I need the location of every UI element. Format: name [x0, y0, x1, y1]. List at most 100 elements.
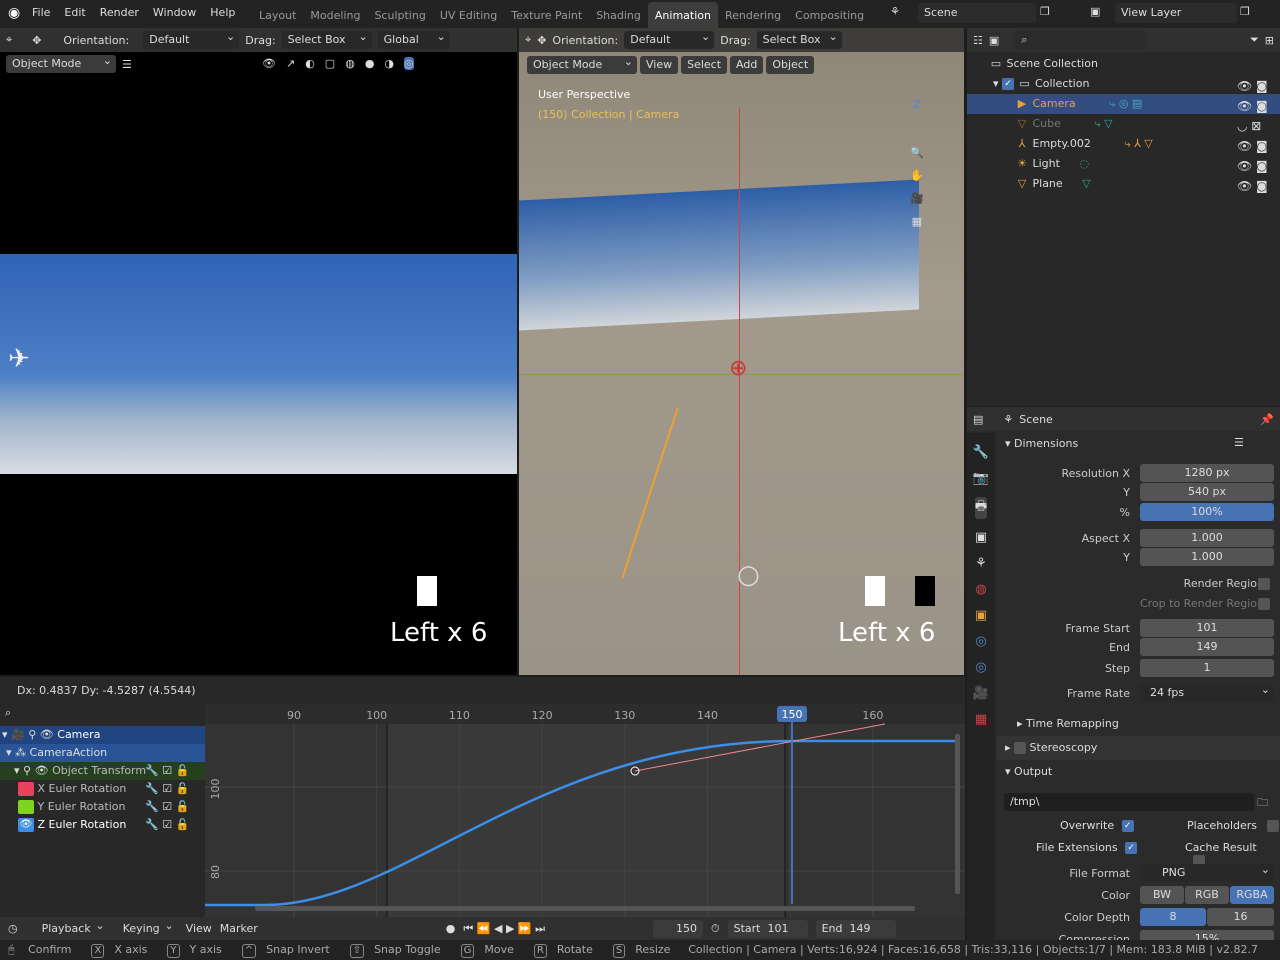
tab-shading[interactable]: Shading [589, 2, 648, 30]
eye-icon[interactable]: 👁 ◙ [1237, 136, 1268, 156]
eye-icon[interactable]: 👁 [35, 764, 49, 777]
view-layer-icon[interactable]: ▣ [1090, 5, 1100, 18]
data-tab-icon[interactable]: 🎥 [973, 686, 989, 701]
zoom-icon[interactable]: 🔍 [910, 146, 924, 159]
resolution-x-field[interactable]: 1280 px [1140, 464, 1274, 482]
drag-select[interactable]: Select Box [281, 28, 372, 49]
xray-icon[interactable]: ▢ [325, 57, 335, 70]
view-layer-filter-icon[interactable]: ▣ [989, 34, 999, 47]
aspect-x-field[interactable]: 1.000 [1140, 529, 1274, 547]
color-rgb-button[interactable]: RGB [1185, 886, 1229, 904]
depth-16-button[interactable]: 16 [1207, 908, 1274, 926]
new-view-layer-icon[interactable]: ❐ [1240, 5, 1250, 18]
menu-object[interactable]: Object [766, 56, 815, 74]
tab-compositing[interactable]: Compositing [788, 2, 871, 30]
tab-modeling[interactable]: Modeling [303, 2, 367, 30]
eye-icon[interactable]: 👁 [40, 728, 54, 741]
frame-start-field[interactable]: 101 [1140, 619, 1274, 637]
object-tab-icon[interactable]: ▣ [975, 608, 987, 623]
tool-tab-icon[interactable]: 🔧 [973, 445, 989, 460]
channel-controls[interactable]: 🔧 ☑ 🔓 [145, 798, 189, 816]
gizmo-icon[interactable]: ↗ [286, 57, 295, 70]
menu-select[interactable]: Select [681, 56, 728, 74]
outliner-search[interactable]: ⌕ [1015, 31, 1146, 49]
channel-camera[interactable]: ▾ 🎥 ⚲ 👁 Camera [0, 726, 205, 744]
crop-checkbox[interactable] [1258, 598, 1270, 610]
outliner-item[interactable]: ▾ ✓ ▭ Collection [967, 74, 1280, 94]
editor-type-icon[interactable]: ▤ [973, 413, 983, 426]
placeholders-row[interactable]: Placeholders [1187, 819, 1279, 832]
tab-sculpting[interactable]: Sculpting [367, 2, 432, 30]
orientation-select[interactable]: Default [143, 28, 240, 49]
eye-icon[interactable]: 👁 ◙ [1237, 176, 1268, 196]
eye-icon[interactable]: 👁 ◙ [1237, 156, 1268, 176]
left-viewport[interactable]: ⌖ ✥ Orientation: Default Drag: Select Bo… [0, 28, 517, 675]
transform-orientation-select[interactable]: Global [377, 28, 450, 49]
aspect-y-field[interactable]: 1.000 [1140, 548, 1274, 566]
menu-playback[interactable]: Playback [36, 917, 109, 938]
channel-z-rotation[interactable]: 👁 Z Euler Rotation 🔧 ☑ 🔓 [0, 816, 205, 834]
overwrite-row[interactable]: Overwrite ✓ [1060, 819, 1134, 832]
dimensions-panel-header[interactable]: ▾ Dimensions [1005, 437, 1078, 450]
output-panel-header[interactable]: ▾ Output [1005, 765, 1052, 778]
camera-view-icon[interactable]: 🎥 [910, 192, 924, 205]
world-tab-icon[interactable]: ◍ [975, 582, 986, 597]
x-color-swatch[interactable] [18, 782, 34, 796]
visibility-icon[interactable]: 👁 [262, 57, 276, 70]
eye-icon[interactable]: 👁 ◙ [1237, 76, 1268, 96]
render-region-checkbox[interactable] [1258, 578, 1270, 590]
material-icon[interactable]: ◑ [384, 57, 394, 70]
frame-end-field[interactable]: 149 [1140, 638, 1274, 656]
color-rgba-button[interactable]: RGBA [1230, 886, 1274, 904]
mode-select[interactable]: Object Mode [6, 52, 116, 73]
overwrite-checkbox[interactable]: ✓ [1121, 820, 1134, 832]
channel-group[interactable]: ▾ ⚲ 👁 Object Transform 🔧 ☑ 🔓 [0, 762, 205, 780]
menu-window[interactable]: Window [146, 0, 203, 27]
group-controls[interactable]: 🔧 ☑ 🔓 [145, 762, 189, 780]
transform-gizmo-icon[interactable]: ○ [737, 560, 760, 590]
view-layer-selector[interactable]: View Layer [1115, 3, 1237, 23]
orientation-select[interactable]: Default [624, 28, 715, 49]
new-scene-icon[interactable]: ❐ [1040, 5, 1050, 18]
pivot-icon[interactable]: ⌖ [6, 33, 12, 47]
outliner-item[interactable]: ☀ Light ◌ [967, 154, 1280, 174]
rendered-icon[interactable]: ◎ [404, 57, 414, 70]
menu-keying[interactable]: Keying [117, 917, 178, 938]
time-remapping-panel[interactable]: ▸ Time Remapping [1017, 717, 1119, 730]
move-icon[interactable]: ✥ [537, 34, 546, 47]
eye-icon[interactable]: 👁 ◙ [1237, 96, 1268, 116]
menu-file[interactable]: File [25, 0, 57, 27]
color-bw-button[interactable]: BW [1140, 886, 1184, 904]
outliner-item-selected[interactable]: ▶ Camera ⤷ ◎ ▤ [967, 94, 1280, 114]
z-axis-icon[interactable]: Z [913, 98, 921, 111]
placeholders-checkbox[interactable] [1266, 820, 1279, 832]
scene-tab-icon[interactable]: ⚘ [975, 556, 987, 571]
stereoscopy-panel[interactable]: ▸ Stereoscopy [997, 736, 1280, 760]
filter-icon[interactable]: ⏷ [1250, 33, 1259, 47]
tab-animation[interactable]: Animation [647, 2, 718, 30]
frame-step-field[interactable]: 1 [1140, 659, 1274, 677]
scene-icon[interactable]: ⚘ [890, 5, 900, 18]
pin-icon[interactable]: 📌 [1260, 413, 1274, 426]
eye-hidden-icon[interactable]: ◡ ⊠ [1237, 116, 1268, 136]
depth-8-button[interactable]: 8 [1140, 908, 1206, 926]
start-frame-field[interactable]: Start 101 [727, 919, 808, 938]
channel-controls[interactable]: 🔧 ☑ 🔓 [145, 780, 189, 798]
outliner-root[interactable]: ▭ Scene Collection [967, 54, 1280, 74]
channel-action[interactable]: ▾ ⁂ CameraAction [0, 744, 205, 762]
solid-icon[interactable]: ● [365, 57, 375, 70]
wireframe-icon[interactable]: ◍ [345, 57, 355, 70]
new-collection-icon[interactable]: ⊞ [1265, 34, 1274, 47]
outliner-item[interactable]: ▽ Cube ⤷ ▽ [967, 114, 1280, 134]
overlay-icon[interactable]: ◐ [305, 57, 315, 70]
output-tab-icon[interactable]: 🖶 [974, 497, 988, 519]
texture-tab-icon[interactable]: ▦ [975, 712, 987, 727]
y-color-swatch[interactable] [18, 800, 34, 814]
mode-select[interactable]: Object Mode [527, 53, 637, 74]
render-tab-icon[interactable]: 📷 [973, 471, 989, 486]
channel-y-rotation[interactable]: Y Euler Rotation 🔧 ☑ 🔓 [0, 798, 205, 816]
pin-icon[interactable]: ⚲ [23, 764, 31, 777]
physics-tab-icon[interactable]: ◎ [975, 660, 986, 675]
editor-type-icon[interactable]: ◷ [8, 922, 18, 935]
tab-rendering[interactable]: Rendering [718, 2, 788, 30]
